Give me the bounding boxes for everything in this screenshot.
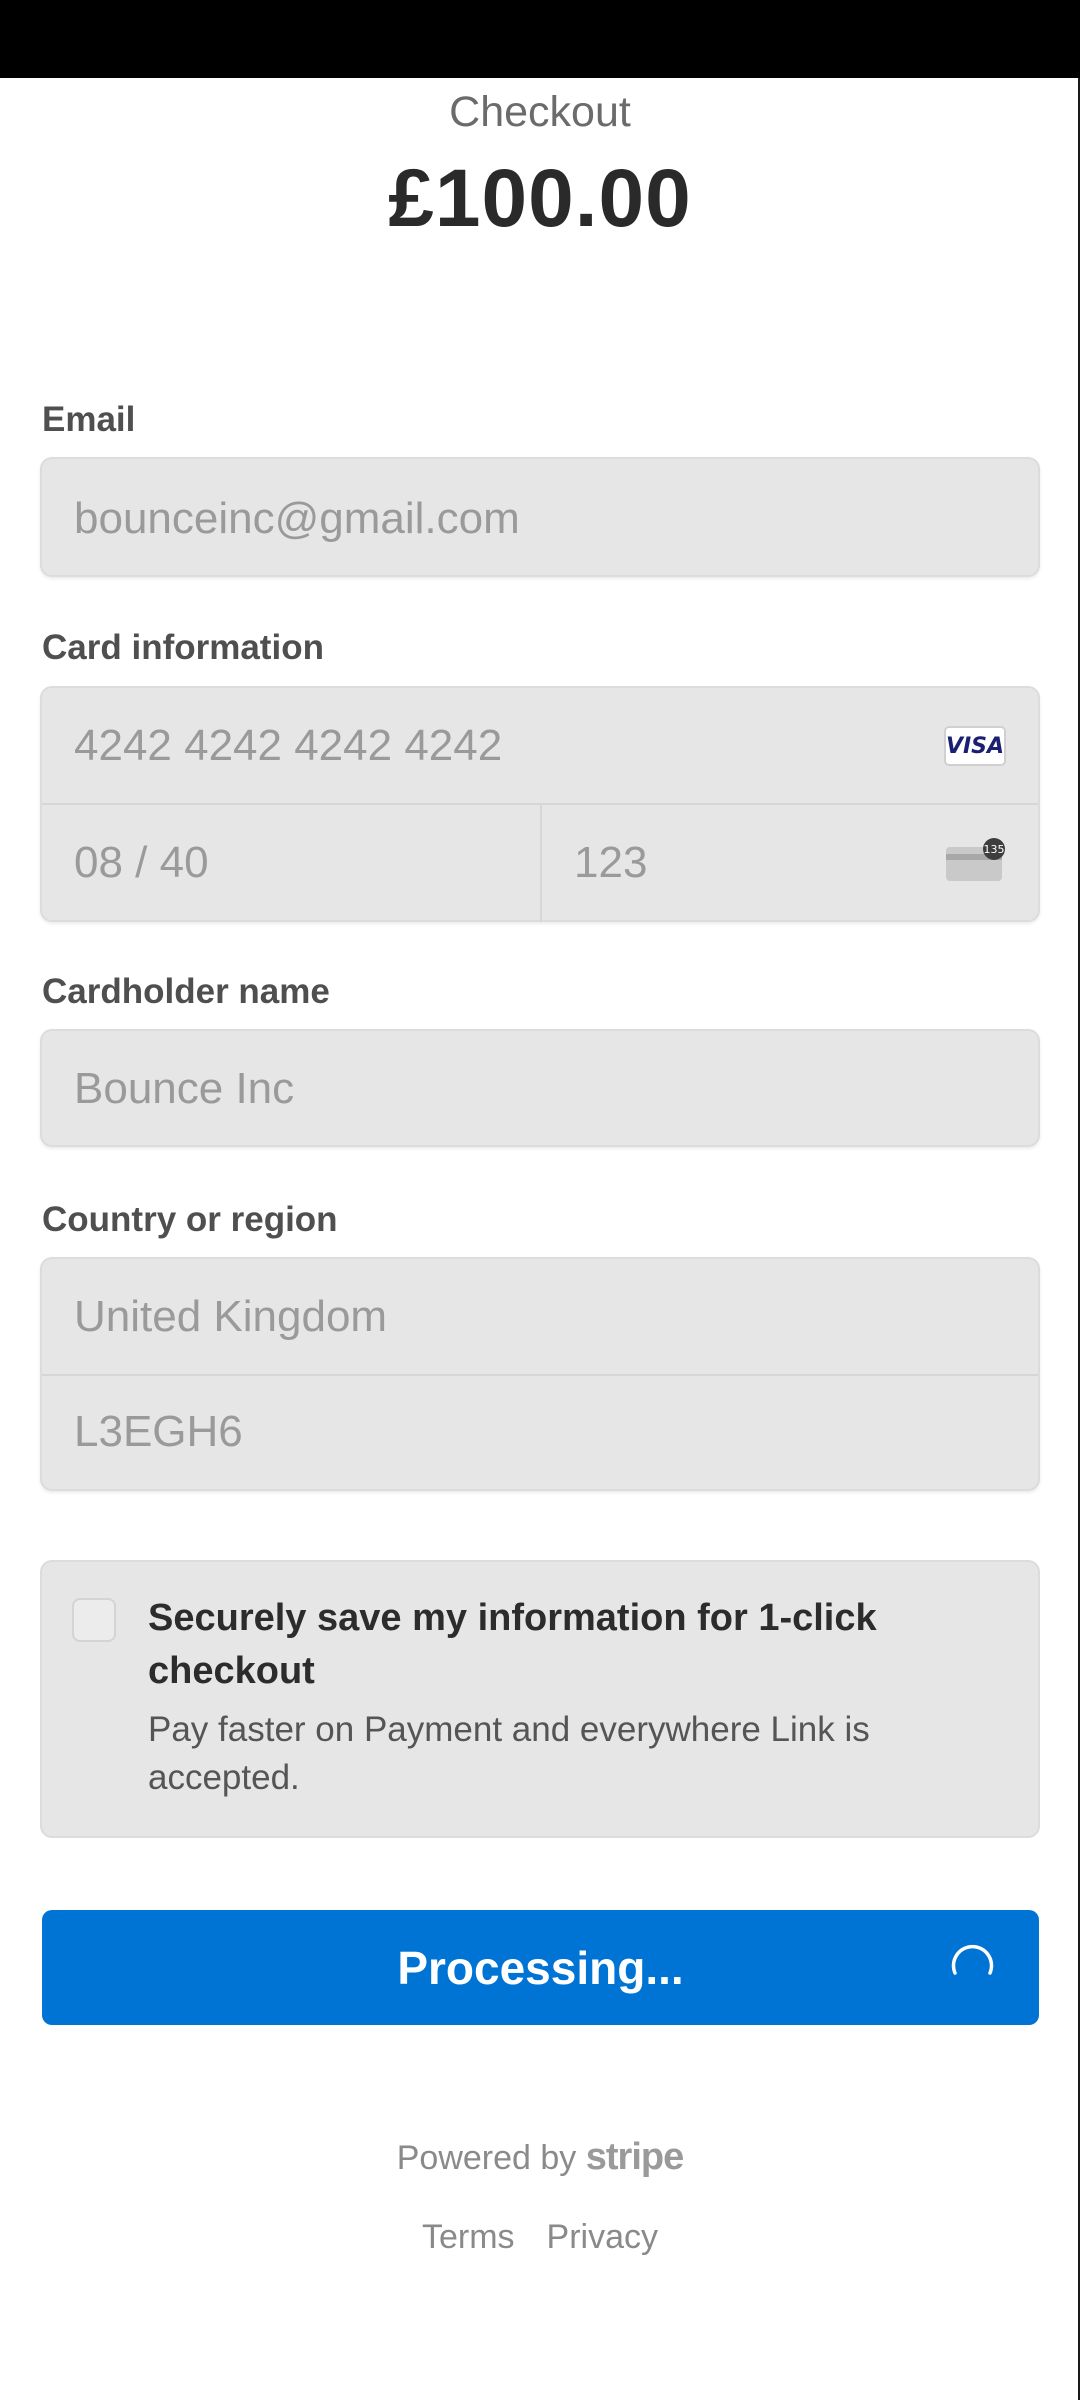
postal-code-field[interactable]: L3EGH6	[42, 1376, 1038, 1491]
card-cvc-value: 123	[574, 838, 648, 887]
cardholder-name-field[interactable]: Bounce Inc	[40, 1029, 1040, 1147]
card-info-label: Card information	[42, 628, 324, 667]
save-info-title: Securely save my information for 1-click…	[148, 1597, 877, 1692]
card-number-field[interactable]: 4242 4242 4242 4242 VISA	[42, 688, 1038, 804]
powered-by-text: Powered by	[396, 2139, 577, 2177]
card-info-group: 4242 4242 4242 4242 VISA 08 / 40 123 135	[40, 686, 1040, 922]
footer-links: Terms Privacy	[0, 2218, 1080, 2257]
postal-code-value: L3EGH6	[74, 1407, 243, 1456]
pay-button-label: Processing...	[397, 1941, 684, 1994]
pay-button[interactable]: Processing...	[42, 1910, 1039, 2025]
spinner-icon	[951, 1944, 994, 1975]
country-label: Country or region	[42, 1200, 338, 1239]
cardholder-name-value: Bounce Inc	[74, 1064, 295, 1113]
status-bar	[0, 0, 1080, 78]
country-select[interactable]: United Kingdom	[42, 1259, 1038, 1374]
cvc-hint-text: 135	[984, 843, 1005, 856]
card-number-value: 4242 4242 4242 4242	[74, 721, 503, 770]
email-field[interactable]: bounceinc@gmail.com	[40, 457, 1040, 577]
page-title: Checkout	[449, 88, 631, 136]
email-value: bounceinc@gmail.com	[74, 494, 520, 543]
country-group: United Kingdom L3EGH6	[40, 1257, 1040, 1491]
visa-icon: VISA	[944, 726, 1006, 766]
card-cvc-field[interactable]: 123 135	[542, 805, 1040, 922]
save-info-panel: Securely save my information for 1-click…	[40, 1560, 1040, 1838]
card-expiry-field[interactable]: 08 / 40	[42, 805, 540, 922]
terms-link[interactable]: Terms	[422, 2218, 515, 2257]
card-expiry-value: 08 / 40	[74, 838, 209, 887]
powered-by: Powered by stripe	[0, 2136, 1080, 2179]
country-value: United Kingdom	[74, 1292, 388, 1341]
cardholder-label: Cardholder name	[42, 972, 330, 1011]
save-info-description: Pay faster on Payment and everywhere Lin…	[148, 1710, 870, 1797]
cvc-card-icon: 135	[946, 838, 1005, 881]
privacy-link[interactable]: Privacy	[547, 2218, 658, 2257]
stripe-logo[interactable]: stripe	[586, 2136, 684, 2178]
email-label: Email	[42, 400, 136, 439]
checkout-amount: £100.00	[388, 153, 692, 244]
save-info-checkbox[interactable]	[72, 1598, 116, 1642]
